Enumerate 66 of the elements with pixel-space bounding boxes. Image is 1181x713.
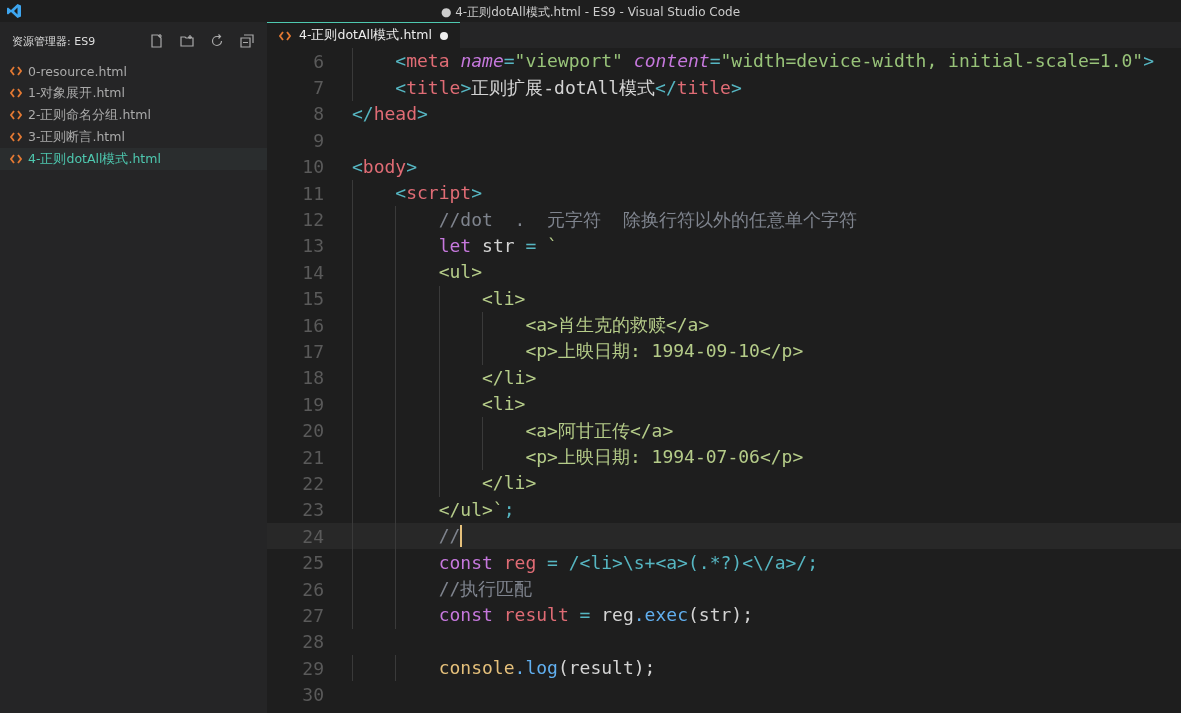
code-line: </li> — [482, 472, 537, 495]
line-number: 26 — [301, 578, 325, 600]
code-line: </li> — [482, 366, 537, 389]
line-number: 21 — [301, 446, 325, 468]
code-line: <title>正则扩展-dotAll模式</title> — [395, 76, 742, 99]
line-number: 22 — [301, 472, 325, 494]
code-line: <a>阿甘正传</a> — [525, 419, 674, 442]
line-number: 11 — [301, 182, 325, 204]
line-number: 14 — [301, 261, 325, 283]
code-line: //dot . 元字符 除换行符以外的任意单个字符 — [438, 208, 857, 231]
line-number: 28 — [301, 631, 325, 653]
editor-logo-icon — [6, 3, 22, 19]
file-item[interactable]: 4-正则dotAll模式.html — [0, 148, 267, 170]
code-line: //执行匹配 — [438, 578, 533, 600]
line-number: 9 — [312, 129, 325, 151]
code-line: <li> — [482, 393, 526, 416]
file-item[interactable]: 3-正则断言.html — [0, 126, 267, 148]
refresh-icon[interactable] — [209, 33, 225, 49]
line-number: 6 — [312, 50, 325, 72]
line-number: 20 — [301, 420, 325, 442]
code-line: <script> — [395, 182, 483, 205]
text-cursor — [460, 525, 463, 548]
code-file-icon — [279, 30, 291, 41]
code-line: <li> — [482, 287, 526, 310]
code-line: // — [438, 525, 461, 548]
collapse-all-icon[interactable] — [239, 33, 255, 49]
code-line: const result = reg.exec(str); — [438, 604, 753, 627]
new-folder-icon[interactable] — [179, 33, 195, 49]
line-number: 27 — [301, 604, 325, 626]
file-item[interactable]: 2-正则命名分组.html — [0, 104, 267, 126]
code-line: </ul>`; — [438, 498, 515, 521]
code-line: </head> — [352, 102, 428, 125]
code-file-icon — [10, 132, 22, 142]
file-item[interactable]: 1-对象展开.html — [0, 82, 267, 104]
line-number: 29 — [301, 657, 325, 679]
line-number: 16 — [301, 314, 325, 336]
line-number: 15 — [301, 288, 325, 310]
line-number: 18 — [301, 367, 325, 389]
code-line: console.log(result); — [438, 657, 656, 680]
code-line: <meta name="viewport" content="width=device-width, initial-scale=1.0"> — [395, 50, 1154, 73]
line-number: 25 — [301, 552, 325, 574]
code-line: <body> — [352, 155, 418, 178]
code-line: <p>上映日期: 1994-07-06</p> — [525, 446, 804, 469]
line-number: 10 — [301, 156, 325, 178]
line-number: 8 — [312, 103, 325, 125]
code-line: <a>肖生克的救赎</a> — [525, 314, 710, 337]
explorer-title: 资源管理器: ES9 — [12, 33, 97, 49]
line-number: 19 — [301, 393, 325, 415]
line-number: 17 — [301, 341, 325, 362]
editor-tab[interactable]: 4-正则dotAll模式.html — [267, 22, 460, 48]
code-file-icon — [10, 88, 22, 98]
line-number: 12 — [301, 209, 325, 231]
code-line: <ul> — [438, 261, 483, 284]
new-file-icon[interactable] — [149, 33, 165, 49]
code-file-icon — [10, 66, 22, 76]
code-file-icon — [10, 154, 22, 164]
code-file-icon — [10, 110, 22, 120]
line-number: 23 — [301, 499, 325, 521]
code-line: let str = ` — [438, 234, 558, 257]
code-line: const reg = /<li>\s+<a>(.*?)<\/a>/; — [438, 551, 818, 574]
window-title: ● 4-正则dotAll模式.html - ES9 - Visual Studio Code — [440, 5, 741, 19]
line-number: 7 — [312, 77, 325, 99]
code-line: <p>上映日期: 1994-09-10</p> — [525, 340, 804, 363]
line-number: 30 — [301, 684, 325, 706]
line-number: 13 — [301, 235, 325, 257]
file-item[interactable]: 0-resource.html — [0, 60, 267, 82]
